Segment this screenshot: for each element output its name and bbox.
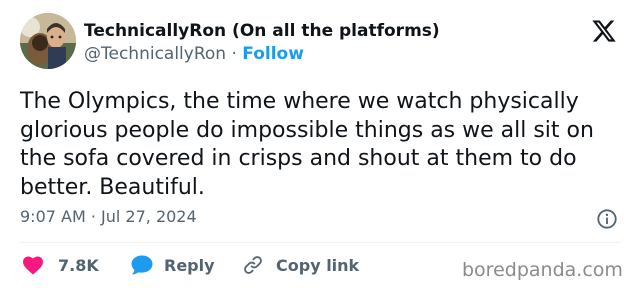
separator-dot: · — [231, 44, 237, 64]
tweet-card: TechnicallyRon (On all the platforms) @T… — [0, 0, 640, 291]
tweet-text: The Olympics, the time where we watch ph… — [20, 89, 594, 200]
link-icon — [244, 256, 262, 274]
copy-link-button[interactable]: Copy link — [242, 253, 359, 277]
x-logo-icon[interactable] — [590, 18, 618, 44]
like-count: 7.8K — [58, 255, 99, 275]
author-handle-row: @TechnicallyRon · Follow — [84, 43, 304, 65]
avatar-image — [20, 13, 76, 69]
follow-button[interactable]: Follow — [242, 44, 304, 64]
avatar[interactable] — [20, 13, 76, 69]
watermark: boredpanda.com — [462, 259, 623, 281]
reply-label: Reply — [164, 255, 215, 275]
tweet-timestamp[interactable]: 9:07 AM · Jul 27, 2024 — [20, 206, 197, 228]
author-handle[interactable]: @TechnicallyRon — [84, 44, 226, 64]
author-display-name[interactable]: TechnicallyRon (On all the platforms) — [84, 20, 440, 42]
heart-icon — [23, 256, 43, 275]
copy-link-label: Copy link — [276, 255, 360, 275]
reply-button[interactable]: Reply — [130, 253, 215, 277]
divider — [20, 242, 620, 243]
like-button[interactable]: 7.8K — [22, 253, 99, 277]
info-icon[interactable] — [596, 208, 618, 230]
speech-bubble-icon — [131, 255, 153, 275]
